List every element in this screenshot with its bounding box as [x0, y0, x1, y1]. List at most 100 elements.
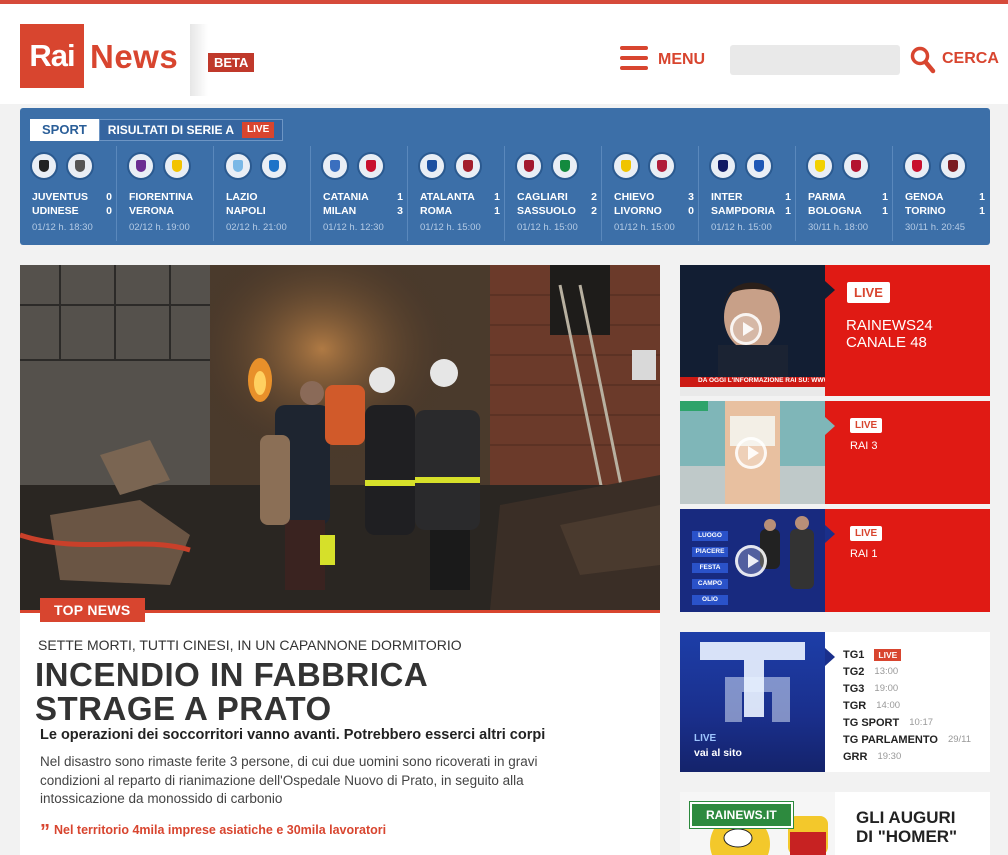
rai1-thumbnail[interactable]: LUOGO PIACERE FESTA CAMPO OLIO: [680, 509, 825, 612]
promo-title-line-2[interactable]: DI "HOMER": [856, 827, 957, 846]
away-team-crest-icon: [66, 152, 94, 180]
away-team: MILAN: [323, 205, 357, 217]
match-card[interactable]: JUVENTUS 0 UDINESE 0 01/12 h. 18:30: [20, 146, 117, 241]
fire-scene-photo: [20, 265, 660, 610]
match-card[interactable]: FIORENTINA VERONA 02/12 h. 19:00: [117, 146, 214, 241]
search-icon[interactable]: [910, 46, 936, 74]
rainews24-thumbnail[interactable]: DA OGGI L'INFORMAZIONE RAI SU: WWW.RAINE…: [680, 265, 825, 396]
tg1-thumbnail[interactable]: LIVE vai al sito: [680, 632, 825, 772]
tg-item[interactable]: TG1 LIVE: [843, 646, 983, 663]
away-team: ROMA: [420, 205, 453, 217]
tg-site-link[interactable]: vai al sito: [694, 747, 742, 759]
top-news-article[interactable]: TOP NEWS SETTE MORTI, TUTTI CINESI, IN U…: [20, 265, 660, 855]
home-team: GENOA: [905, 191, 944, 203]
tg-item[interactable]: TG PARLAMENTO 29/11: [843, 731, 983, 748]
news-logo-text[interactable]: News: [90, 38, 178, 76]
home-team: JUVENTUS: [32, 191, 89, 203]
match-card[interactable]: PARMA 1 BOLOGNA 1 30/11 h. 18:00: [796, 146, 893, 241]
rai3-thumbnail[interactable]: [680, 401, 825, 504]
headline-line-1[interactable]: INCENDIO IN FABBRICA: [35, 658, 635, 692]
tg-item[interactable]: TGR 14:00: [843, 697, 983, 714]
home-team-crest-icon: [418, 152, 446, 180]
homer-image[interactable]: RAINEWS.IT: [680, 792, 835, 855]
sport-tab[interactable]: SPORT: [30, 119, 99, 141]
rai-logo[interactable]: Rai: [20, 24, 84, 88]
play-icon[interactable]: [735, 545, 767, 577]
home-team: CAGLIARI: [517, 191, 568, 203]
match-card[interactable]: CAGLIARI 2 SASSUOLO 2 01/12 h. 15:00: [505, 146, 602, 241]
tg-name[interactable]: TG SPORT: [843, 717, 899, 729]
headline-line-2[interactable]: STRAGE A PRATO: [35, 692, 635, 726]
tg-item[interactable]: GRR 19:30: [843, 748, 983, 765]
live-channel-rainews24[interactable]: DA OGGI L'INFORMAZIONE RAI SU: WWW.RAINE…: [680, 265, 990, 396]
article-hero-image[interactable]: [20, 265, 660, 610]
match-time: 01/12 h. 15:00: [420, 222, 481, 233]
match-time: 30/11 h. 20:45: [905, 222, 966, 233]
match-card[interactable]: INTER 1 SAMPDORIA 1 01/12 h. 15:00: [699, 146, 796, 241]
serie-a-results-tab[interactable]: RISULTATI DI SERIE A LIVE: [98, 119, 284, 141]
tg-time: 14:00: [876, 700, 901, 711]
home-team: CHIEVO: [614, 191, 655, 203]
article-subtitle: Le operazioni dei soccorritori vanno ava…: [40, 727, 546, 743]
menu-button[interactable]: MENU: [658, 51, 705, 69]
tg-name[interactable]: TG2: [843, 666, 864, 678]
search-button[interactable]: CERCA: [942, 50, 999, 68]
away-team-crest-icon: [648, 152, 676, 180]
match-card[interactable]: CHIEVO 3 LIVORNO 0 01/12 h. 15:00: [602, 146, 699, 241]
live-channel-rai3[interactable]: LIVE RAI 3: [680, 401, 990, 504]
home-score: 1: [494, 191, 500, 203]
hamburger-menu-icon[interactable]: [620, 46, 648, 70]
article-kicker: SETTE MORTI, TUTTI CINESI, IN UN CAPANNO…: [38, 637, 462, 653]
tg-item[interactable]: TG2 13:00: [843, 663, 983, 680]
tg-item[interactable]: TG3 19:00: [843, 680, 983, 697]
homer-promo[interactable]: RAINEWS.IT GLI AUGURI DI "HOMER": [680, 792, 990, 855]
away-team: SASSUOLO: [517, 205, 576, 217]
tg-name[interactable]: TG1: [843, 649, 864, 661]
tg-name[interactable]: GRR: [843, 751, 867, 763]
away-team: LIVORNO: [614, 205, 662, 217]
match-card[interactable]: ATALANTA 1 ROMA 1 01/12 h. 15:00: [408, 146, 505, 241]
tg-name[interactable]: TG PARLAMENTO: [843, 734, 938, 746]
match-time: 02/12 h. 21:00: [226, 222, 287, 233]
match-card[interactable]: GENOA 1 TORINO 1 30/11 h. 20:45: [893, 146, 990, 241]
top-news-label: TOP NEWS: [40, 598, 145, 622]
home-team: INTER: [711, 191, 743, 203]
away-team-crest-icon: [260, 152, 288, 180]
match-card[interactable]: LAZIO NAPOLI 02/12 h. 21:00: [214, 146, 311, 241]
live-tag: LIVE: [847, 282, 890, 303]
rai1-menu-word: FESTA: [699, 564, 721, 571]
away-score: 0: [106, 205, 112, 217]
away-team-crest-icon: [842, 152, 870, 180]
promo-title-line-1[interactable]: GLI AUGURI: [856, 808, 957, 827]
tg-item[interactable]: TG SPORT 10:17: [843, 714, 983, 731]
match-card[interactable]: CATANIA 1 MILAN 3 01/12 h. 12:30: [311, 146, 408, 241]
play-icon[interactable]: [730, 313, 762, 345]
rai1-menu-word: PIACERE: [695, 548, 725, 555]
play-icon[interactable]: [735, 437, 767, 469]
rainews-badge: RAINEWS.IT: [690, 802, 793, 828]
tg-panel: LIVE vai al sito TG1 LIVE TG2 13:00 TG3 19:00…: [680, 632, 990, 772]
promo-title[interactable]: GLI AUGURI DI "HOMER": [856, 808, 957, 846]
rainews24-ticker: DA OGGI L'INFORMAZIONE RAI SU: WWW.RAINE…: [698, 377, 825, 384]
home-team: ATALANTA: [420, 191, 475, 203]
live-channel-rai1[interactable]: LUOGO PIACERE FESTA CAMPO OLIO LIVE RAI 1: [680, 509, 990, 612]
away-score: 1: [979, 205, 985, 217]
related-link-text[interactable]: Nel territorio 4mila imprese asiatiche e…: [54, 823, 386, 837]
serie-a-scoreboard: SPORT RISULTATI DI SERIE A LIVE JUVENTUS…: [20, 108, 990, 245]
home-team-crest-icon: [903, 152, 931, 180]
search-input[interactable]: [730, 45, 900, 75]
channel-name-line-2: CANALE 48: [846, 334, 927, 351]
home-team: FIORENTINA: [129, 191, 194, 203]
channel-name: RAI 1: [850, 548, 878, 560]
related-link[interactable]: ” Nel territorio 4mila imprese asiatiche …: [40, 821, 386, 844]
home-team-crest-icon: [127, 152, 155, 180]
home-team: PARMA: [808, 191, 846, 203]
article-headline[interactable]: INCENDIO IN FABBRICA STRAGE A PRATO: [35, 658, 635, 726]
tg-time: 29/11: [947, 734, 972, 745]
rai1-menu-word: OLIO: [702, 596, 718, 603]
away-team: BOLOGNA: [808, 205, 862, 217]
tg-name[interactable]: TG3: [843, 683, 864, 695]
home-team-crest-icon: [806, 152, 834, 180]
match-time: 02/12 h. 19:00: [129, 222, 190, 233]
tg-name[interactable]: TGR: [843, 700, 866, 712]
